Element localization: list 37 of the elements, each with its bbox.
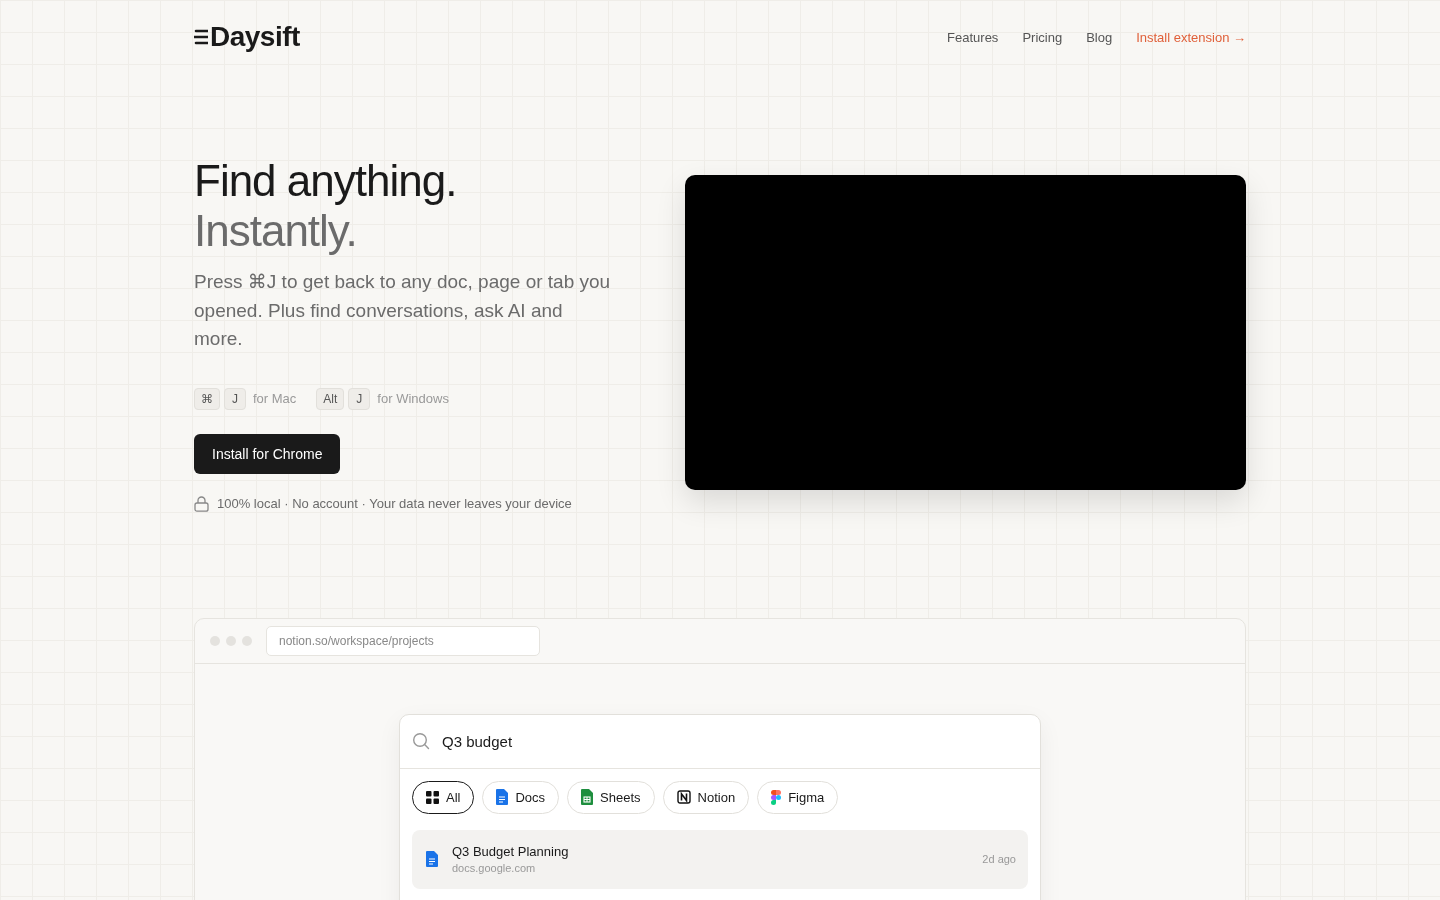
search-field[interactable]: Q3 budget [442, 732, 513, 750]
keycap: J [224, 387, 246, 410]
lock-icon [194, 495, 209, 512]
grid-icon [426, 790, 439, 804]
shortcut-label: for Mac [253, 391, 297, 406]
spreadsheet-icon [581, 789, 594, 805]
filter-chip[interactable]: Sheets [567, 780, 655, 814]
figma-icon [771, 789, 782, 805]
filter-chip[interactable]: Docs [482, 780, 560, 814]
search-icon [412, 732, 430, 750]
document-icon [496, 789, 509, 805]
filter-chip[interactable]: All [412, 780, 475, 814]
result-url: docs.google.com [452, 862, 537, 874]
brand-logo[interactable]: Daysift [210, 21, 300, 53]
result-row[interactable]: Q3 Budget Planning docs.google.com 2d ago [412, 829, 1028, 889]
hero-description: Press ⌘J to get back to any doc, page or tab you opened. Plus find conversations, ask AI and more. [194, 270, 612, 351]
keycap: ⌘ [194, 387, 220, 410]
shortcut-label: for Windows [377, 391, 449, 406]
result-title: Q3 Budget Planning [452, 844, 570, 859]
address-bar[interactable]: notion.so/workspace/projects [266, 625, 540, 656]
video-player[interactable] [685, 175, 1246, 490]
nav-link[interactable]: Pricing [1022, 29, 1063, 45]
filter-chip[interactable]: Figma [757, 780, 839, 814]
keycap: J [348, 387, 371, 410]
window-dots-icon [210, 635, 252, 646]
privacy-note: 100% local · No account · Your data never leaves your device [217, 496, 572, 511]
keycap: Alt [316, 387, 345, 410]
speed-lines-icon [194, 28, 208, 46]
hero-subtitle: Instantly. [194, 206, 358, 256]
hero-title: Find anything. [194, 156, 458, 206]
filter-chip[interactable]: Notion [662, 780, 750, 814]
nav-link[interactable]: Features [947, 29, 999, 45]
nav-link[interactable]: Blog [1086, 29, 1113, 45]
install-button[interactable]: Install for Chrome [194, 433, 341, 474]
n-block-icon [676, 790, 691, 804]
document-icon [426, 851, 438, 867]
result-time: 2d ago [982, 853, 1016, 865]
